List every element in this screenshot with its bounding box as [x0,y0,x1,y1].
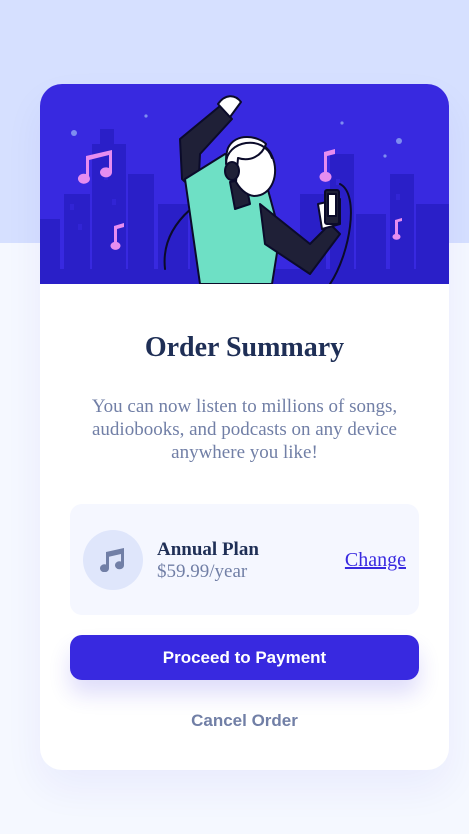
music-note-icon [83,530,143,590]
hero-illustration [40,84,449,285]
page-title: Order Summary [144,332,345,363]
plan-name: Annual Plan [157,539,259,560]
plan-price: $59.99/year [157,561,248,582]
order-summary-card: Order Summary You can now listen to mill… [40,84,449,770]
cancel-order-button[interactable]: Cancel Order [40,711,449,731]
plan-box: Annual Plan $59.99/year Change [70,504,419,615]
proceed-to-payment-button[interactable]: Proceed to Payment [70,635,419,680]
change-plan-link[interactable]: Change [345,549,406,572]
summary-description: You can now listen to millions of songs,… [91,396,398,463]
